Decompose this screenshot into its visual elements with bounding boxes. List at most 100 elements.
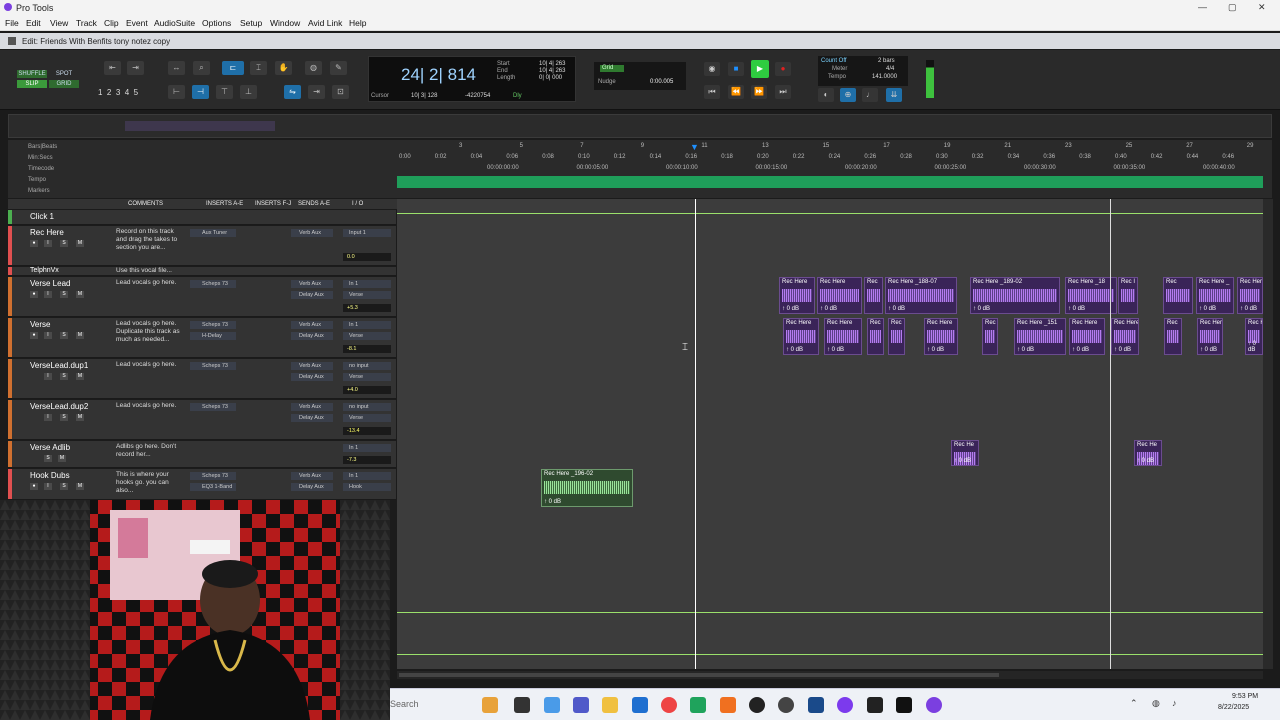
- grabber-tool-icon[interactable]: ✋: [275, 61, 292, 75]
- send-slot[interactable]: Verb Aux: [291, 403, 333, 411]
- clock-date[interactable]: 8/22/2025: [1218, 704, 1249, 711]
- meter-value[interactable]: 4/4: [886, 66, 894, 72]
- audio-clip[interactable]: Rec Here ↑ 0 dB: [824, 318, 862, 355]
- zoom-preset-4[interactable]: 4: [125, 88, 129, 97]
- solo-button[interactable]: S: [60, 483, 68, 490]
- record-arm-icon[interactable]: ●: [30, 332, 38, 339]
- output-selector[interactable]: Verse: [343, 291, 391, 299]
- track-header-hook-dubs[interactable]: Hook Dubs ● I S M This is where your hoo…: [8, 469, 396, 500]
- record-arm-icon[interactable]: ●: [30, 240, 38, 247]
- track-header-verselead-dup1[interactable]: VerseLead.dup1 I S M Lead vocals go here…: [8, 359, 396, 399]
- mute-button[interactable]: M: [76, 291, 84, 298]
- track-comment[interactable]: Use this vocal file...: [116, 267, 186, 275]
- send-slot-2[interactable]: Delay Aux: [291, 483, 333, 491]
- widgets-icon[interactable]: [482, 697, 498, 713]
- discord-icon[interactable]: [837, 697, 853, 713]
- audio-clip[interactable]: Rec: [888, 318, 905, 355]
- insert-slot[interactable]: Scheps 73: [190, 472, 236, 480]
- track-header-telphnvx[interactable]: TelphnVx Use this vocal file...: [8, 267, 396, 276]
- input-selector[interactable]: In 1: [343, 444, 391, 452]
- file-explorer-icon[interactable]: [602, 697, 618, 713]
- volume-value[interactable]: +5.3: [343, 304, 391, 312]
- store-icon[interactable]: [632, 697, 648, 713]
- stop-button[interactable]: ■: [728, 62, 744, 76]
- insertion-cursor[interactable]: [1110, 199, 1111, 669]
- spot-mode-button[interactable]: SPOT: [49, 70, 79, 78]
- metronome-icon[interactable]: ◐: [818, 88, 834, 102]
- smart-tool-b-icon[interactable]: ⊣: [192, 85, 209, 99]
- solo-button[interactable]: S: [44, 455, 52, 462]
- send-slot-2[interactable]: Delay Aux: [291, 373, 333, 381]
- ruler-min-secs[interactable]: Min:Secs: [28, 155, 53, 161]
- midi-merge-icon[interactable]: ⊕: [840, 88, 856, 102]
- audio-clip[interactable]: Rec Here _ ↑ 0 dB: [1196, 277, 1234, 314]
- track-comment[interactable]: Lead vocals go here. Duplicate this trac…: [116, 320, 186, 344]
- menu-view[interactable]: View: [50, 18, 68, 28]
- track-name[interactable]: Click 1: [30, 212, 54, 221]
- input-selector[interactable]: Input 1: [343, 229, 391, 237]
- start-value[interactable]: 10| 4| 263: [539, 61, 565, 67]
- app-gray-icon[interactable]: [778, 697, 794, 713]
- input-monitor-icon[interactable]: I: [44, 414, 52, 421]
- grid-label[interactable]: Grid: [600, 65, 624, 72]
- track-name[interactable]: Hook Dubs: [30, 471, 70, 480]
- input-selector[interactable]: no input: [343, 362, 391, 370]
- insert-slot[interactable]: Scheps 73: [190, 403, 236, 411]
- clip-gain[interactable]: ↑ 0 dB: [782, 306, 799, 312]
- clip-gain[interactable]: ↑ 0 dB: [1114, 347, 1131, 353]
- volume-value[interactable]: -13.4: [343, 427, 391, 435]
- chrome-icon[interactable]: [661, 697, 677, 713]
- track-header-verselead-dup2[interactable]: VerseLead.dup2 I S M Lead vocals go here…: [8, 400, 396, 440]
- track-comment[interactable]: Lead vocals go here.: [116, 402, 186, 410]
- solo-button[interactable]: S: [60, 291, 68, 298]
- insert-slot[interactable]: Scheps 73: [190, 362, 236, 370]
- audio-clip[interactable]: Rec He ↑ 0 dB: [1134, 440, 1162, 466]
- insert-slot[interactable]: Scheps 73: [190, 280, 236, 288]
- horizontal-scrollbar[interactable]: [397, 671, 1263, 679]
- volume-value[interactable]: -7.3: [343, 456, 391, 464]
- track-name[interactable]: TelphnVx: [30, 267, 59, 274]
- rewind-icon[interactable]: ⏪: [728, 85, 744, 99]
- output-selector[interactable]: Verse: [343, 414, 391, 422]
- column-io[interactable]: I / O: [352, 201, 363, 207]
- record-arm-icon[interactable]: ●: [30, 483, 38, 490]
- volume-value[interactable]: -8.1: [343, 345, 391, 353]
- audio-clip[interactable]: Rec Here _151 ↑ 0 dB: [1014, 318, 1066, 355]
- smart-tool-c-icon[interactable]: ⊤: [216, 85, 233, 99]
- smart-tool-a-icon[interactable]: ⊢: [168, 85, 185, 99]
- zoom-preset-1[interactable]: 1: [98, 88, 102, 97]
- clip-gain[interactable]: ↑ 0 dB: [1240, 306, 1257, 312]
- input-selector[interactable]: no input: [343, 403, 391, 411]
- audio-clip[interactable]: Rec Here ↑ 0 dB: [1237, 277, 1263, 314]
- volume-icon[interactable]: ♪: [1172, 698, 1177, 708]
- menu-clip[interactable]: Clip: [104, 18, 119, 28]
- track-comment[interactable]: This is where your hooks go. you can als…: [116, 471, 186, 495]
- input-selector[interactable]: In 1: [343, 321, 391, 329]
- spotify-icon[interactable]: [690, 697, 706, 713]
- play-button[interactable]: ▶: [751, 60, 769, 78]
- column-comments[interactable]: COMMENTS: [128, 201, 163, 207]
- mute-button[interactable]: M: [58, 455, 66, 462]
- shuffle-mode-button[interactable]: SHUFFLE: [17, 70, 47, 78]
- send-slot[interactable]: Verb Aux: [291, 229, 333, 237]
- clip-gain[interactable]: ↑ 0 dB: [927, 347, 944, 353]
- send-slot[interactable]: Verb Aux: [291, 362, 333, 370]
- track-header-rec-here[interactable]: Rec Here ● I S M Record on this track an…: [8, 226, 396, 266]
- solo-button[interactable]: S: [60, 332, 68, 339]
- playhead-cursor[interactable]: [695, 199, 696, 669]
- input-monitor-icon[interactable]: I: [44, 373, 52, 380]
- edit-timeline-area[interactable]: Rec Here ↑ 0 dB Rec Here ↑ 0 dB Rec Rec Here …: [397, 199, 1263, 669]
- app-dark-icon[interactable]: [867, 697, 883, 713]
- input-selector[interactable]: In 1: [343, 472, 391, 480]
- menu-avid-link[interactable]: Avid Link: [308, 18, 342, 28]
- audio-clip[interactable]: Rec Here ↑ 0 dB: [783, 318, 819, 355]
- audio-clip[interactable]: Rec: [982, 318, 998, 355]
- volume-value[interactable]: 0.0: [343, 253, 391, 261]
- clock-time[interactable]: 9:53 PM: [1232, 693, 1258, 700]
- track-name[interactable]: Rec Here: [30, 228, 64, 237]
- clip-gain[interactable]: ↑ 0 dB: [954, 458, 971, 464]
- record-arm-icon[interactable]: ●: [30, 291, 38, 298]
- column-inserts-f-j[interactable]: INSERTS F-J: [255, 201, 291, 207]
- send-slot-2[interactable]: Delay Aux: [291, 291, 333, 299]
- clip-gain[interactable]: ↑ 0 dB: [786, 347, 803, 353]
